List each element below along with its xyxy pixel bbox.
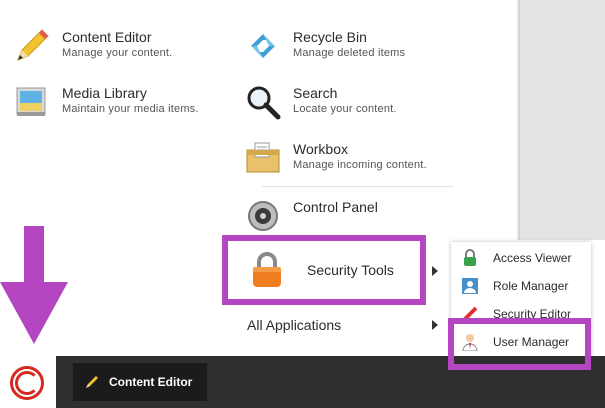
role-manager-icon bbox=[461, 277, 479, 295]
menu-item-search[interactable]: Search Locate your content. bbox=[245, 84, 397, 120]
submenu-item-label: Security Editor bbox=[493, 307, 572, 321]
taskbar-app-label: Content Editor bbox=[109, 375, 193, 389]
submenu-item-role-manager[interactable]: Role Manager bbox=[461, 273, 568, 299]
menu-item-title: Content Editor bbox=[62, 29, 152, 45]
menu-item-title: Recycle Bin bbox=[293, 29, 367, 45]
submenu-item-access-viewer[interactable]: Access Viewer bbox=[461, 245, 571, 271]
security-editor-icon bbox=[461, 305, 479, 323]
menu-item-title: Search bbox=[293, 85, 338, 101]
menu-item-workbox[interactable]: Workbox Manage incoming content. bbox=[245, 140, 427, 176]
menu-item-recycle-bin[interactable]: Recycle Bin Manage deleted items bbox=[245, 28, 405, 64]
menu-item-title: Control Panel bbox=[293, 199, 378, 215]
menu-item-subtitle: Locate your content. bbox=[293, 103, 397, 115]
menu-item-title: Workbox bbox=[293, 141, 348, 157]
control-panel-icon bbox=[245, 198, 281, 234]
menu-item-control-panel[interactable]: Control Panel bbox=[245, 198, 378, 234]
submenu-item-security-editor[interactable]: Security Editor bbox=[461, 301, 571, 327]
all-applications-link[interactable]: All Applications bbox=[247, 317, 341, 333]
menu-item-subtitle: Manage deleted items bbox=[293, 47, 406, 59]
background-panel bbox=[517, 0, 605, 240]
start-menu: Content Editor Manage your content. Medi… bbox=[0, 8, 462, 356]
menu-item-title: Media Library bbox=[62, 85, 147, 101]
chevron-right-icon bbox=[432, 266, 438, 276]
pencil-icon bbox=[14, 28, 50, 64]
menu-divider bbox=[262, 186, 454, 187]
sitecore-logo-icon[interactable] bbox=[10, 366, 44, 400]
access-viewer-icon bbox=[461, 249, 479, 267]
submenu-item-label: Role Manager bbox=[493, 279, 569, 293]
menu-item-subtitle: Maintain your media items. bbox=[62, 103, 199, 115]
user-manager-icon bbox=[461, 333, 479, 352]
taskbar-app-content-editor[interactable]: Content Editor bbox=[73, 363, 207, 401]
padlock-icon bbox=[247, 250, 287, 290]
pencil-icon bbox=[85, 375, 99, 389]
media-library-icon bbox=[14, 84, 50, 120]
down-arrow-annotation bbox=[0, 226, 68, 344]
background-divider bbox=[519, 0, 520, 240]
workbox-icon bbox=[245, 140, 281, 176]
menu-item-content-editor[interactable]: Content Editor Manage your content. bbox=[14, 28, 172, 64]
magnifier-icon bbox=[245, 84, 281, 120]
chevron-right-icon bbox=[432, 320, 438, 330]
menu-item-security-tools[interactable]: Security Tools bbox=[233, 240, 451, 300]
recycle-icon bbox=[245, 28, 281, 64]
menu-item-subtitle: Manage incoming content. bbox=[293, 159, 427, 171]
security-tools-label: Security Tools bbox=[307, 262, 394, 278]
submenu-item-user-manager[interactable]: User Manager bbox=[461, 329, 569, 355]
menu-item-media-library[interactable]: Media Library Maintain your media items. bbox=[14, 84, 199, 120]
submenu-item-label: User Manager bbox=[493, 335, 570, 349]
submenu-item-label: Access Viewer bbox=[493, 251, 572, 265]
menu-item-subtitle: Manage your content. bbox=[62, 47, 173, 59]
security-tools-submenu: Access Viewer Role Manager Security Edit… bbox=[451, 242, 591, 358]
